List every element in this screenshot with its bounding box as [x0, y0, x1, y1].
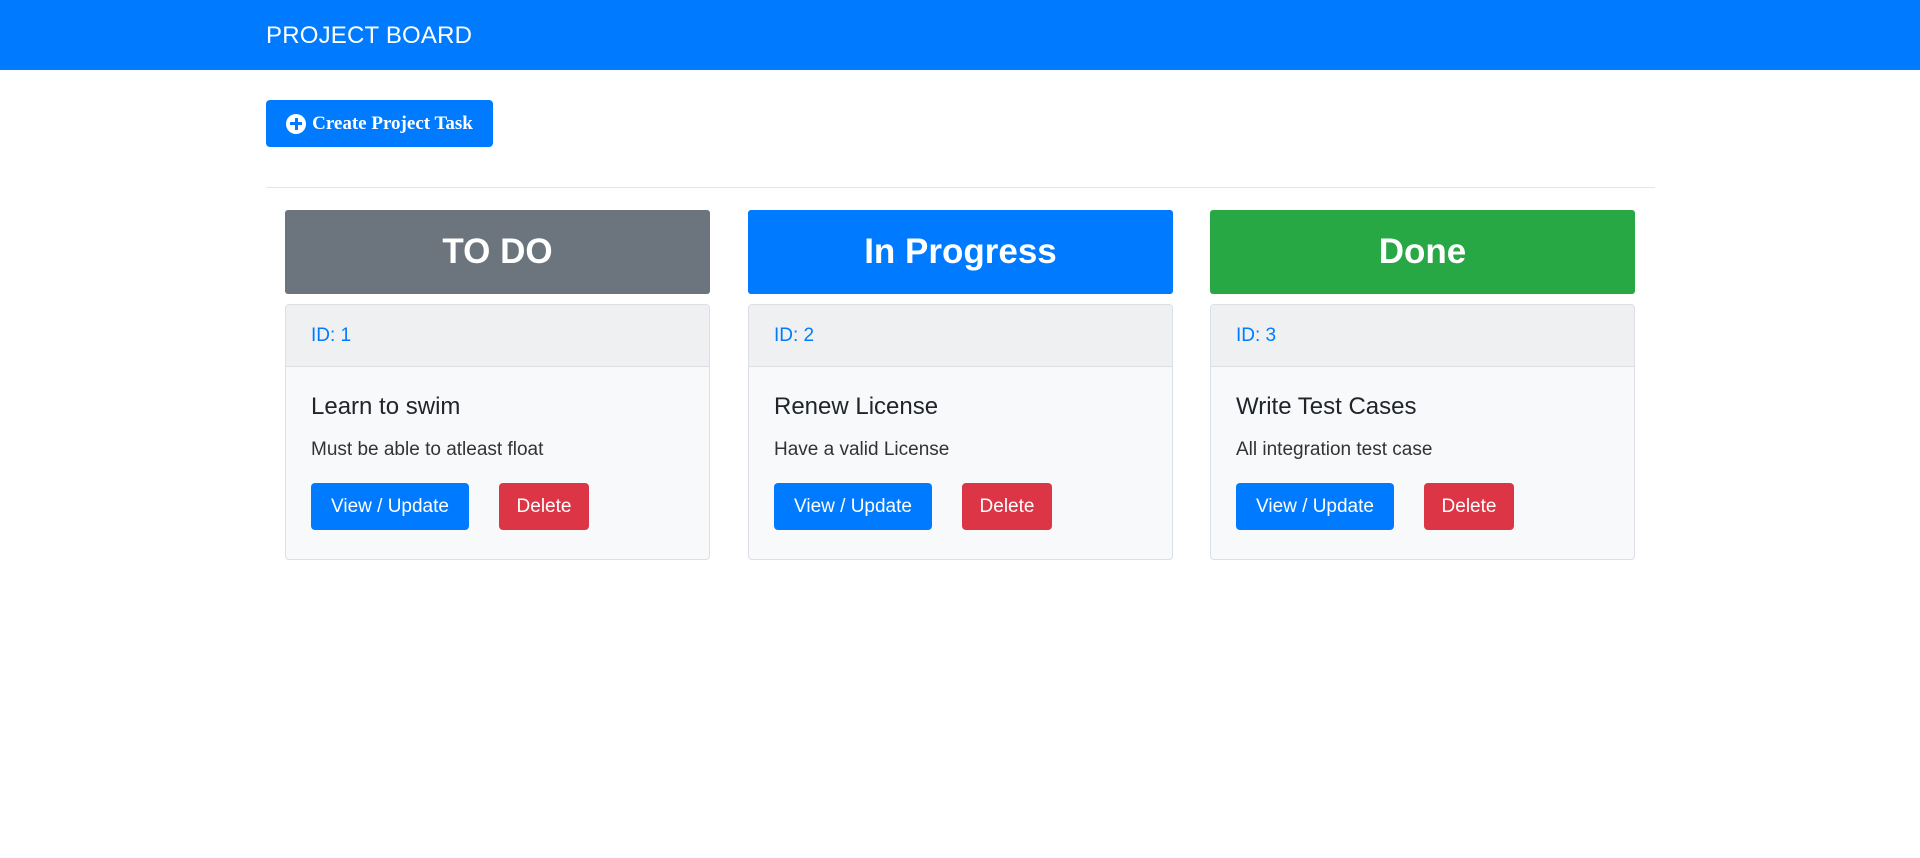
- task-title: Renew License: [774, 393, 939, 420]
- delete-button[interactable]: Delete: [499, 483, 589, 530]
- create-project-task-label: Create Project Task: [312, 112, 473, 134]
- column-title: TO DO: [442, 232, 553, 271]
- task-card: ID: 3 Write Test Cases All integration t…: [1210, 304, 1635, 560]
- delete-button[interactable]: Delete: [962, 483, 1052, 530]
- navbar-brand[interactable]: PROJECT BOARD: [266, 22, 472, 50]
- task-description: Must be able to atleast float: [311, 439, 544, 460]
- task-title: Write Test Cases: [1236, 393, 1417, 420]
- task-description: All integration test case: [1236, 439, 1433, 460]
- column-in-progress: In Progress ID: 2 Renew License Have a v…: [748, 210, 1173, 560]
- column-header-done: Done: [1210, 210, 1635, 294]
- column-header-todo: TO DO: [285, 210, 710, 294]
- column-header-in-progress: In Progress: [748, 210, 1173, 294]
- task-card: ID: 2 Renew License Have a valid License…: [748, 304, 1173, 560]
- column-done: Done ID: 3 Write Test Cases All integrat…: [1210, 210, 1635, 560]
- view-update-button[interactable]: View / Update: [1236, 483, 1394, 530]
- view-update-button[interactable]: View / Update: [774, 483, 932, 530]
- divider: [266, 187, 1655, 188]
- task-description: Have a valid License: [774, 439, 950, 460]
- task-title: Learn to swim: [311, 393, 461, 420]
- task-card: ID: 1 Learn to swim Must be able to atle…: [285, 304, 710, 560]
- task-id: ID: 1: [286, 305, 709, 367]
- column-title: In Progress: [864, 232, 1057, 271]
- task-id: ID: 3: [1211, 305, 1634, 367]
- plus-circle-icon: [286, 113, 307, 134]
- create-project-task-button[interactable]: Create Project Task: [266, 100, 493, 147]
- delete-button[interactable]: Delete: [1424, 483, 1514, 530]
- column-title: Done: [1378, 232, 1467, 271]
- column-todo: TO DO ID: 1 Learn to swim Must be able t…: [285, 210, 710, 560]
- navbar: PROJECT BOARD: [0, 0, 1920, 70]
- task-id: ID: 2: [749, 305, 1172, 367]
- view-update-button[interactable]: View / Update: [311, 483, 469, 530]
